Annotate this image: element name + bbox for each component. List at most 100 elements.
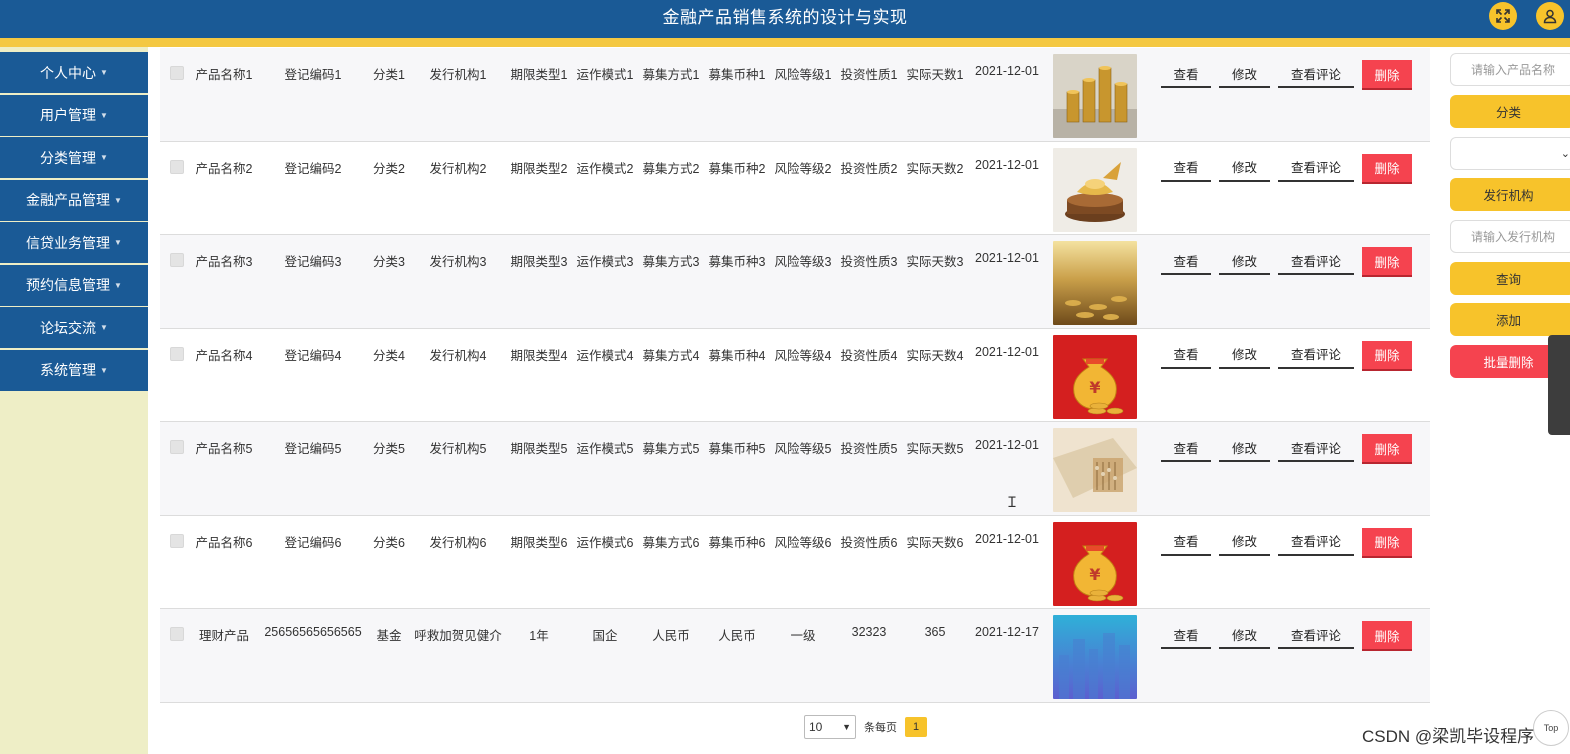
sidebar-item-system[interactable]: 系统管理 ▼	[0, 349, 148, 391]
term-type-cell: 期限类型6	[510, 535, 568, 550]
sidebar-item-label: 预约信息管理	[26, 277, 111, 293]
edit-button[interactable]: 修改	[1219, 434, 1270, 462]
chevron-down-icon: ▼	[100, 323, 108, 332]
view-comments-button[interactable]: 查看评论	[1278, 154, 1354, 182]
sidebar-item-forum[interactable]: 论坛交流 ▼	[0, 307, 148, 348]
issuer-cell: 发行机构6	[429, 535, 487, 550]
sidebar-item-personal-center[interactable]: 个人中心 ▼	[0, 52, 148, 93]
registration-code-cell: 登记编码6	[284, 535, 342, 550]
user-button[interactable]	[1536, 2, 1564, 30]
actual-days-cell: 365	[924, 625, 946, 639]
delete-button[interactable]: 删除	[1362, 60, 1412, 90]
currency-cell: 募集币种5	[708, 442, 766, 456]
page-size-select[interactable]: 10 ▼	[804, 715, 856, 739]
sidebar-item-appointments[interactable]: 预约信息管理 ▼	[0, 264, 148, 306]
date-cell: 2021-12-01	[975, 64, 1039, 78]
currency-cell: 募集币种4	[708, 348, 766, 363]
term-type-cell: 期限类型2	[510, 161, 568, 176]
edit-button[interactable]: 修改	[1219, 247, 1270, 275]
delete-button[interactable]: 删除	[1362, 434, 1412, 464]
delete-button[interactable]: 删除	[1362, 340, 1412, 371]
sidebar-item-label: 信贷业务管理	[26, 234, 111, 251]
query-button[interactable]: 查询	[1450, 262, 1570, 295]
view-comments-button[interactable]: 查看评论	[1278, 621, 1354, 649]
row-checkbox[interactable]	[170, 66, 184, 80]
delete-button[interactable]: 删除	[1362, 621, 1412, 651]
category-select[interactable]: ⌄	[1450, 137, 1570, 170]
date-cell: 2021-12-17	[975, 625, 1039, 639]
row-checkbox[interactable]	[170, 440, 184, 454]
category-cell: 分类6	[373, 535, 405, 550]
edit-button[interactable]: 修改	[1219, 341, 1270, 369]
issuer-label-button[interactable]: 发行机构	[1450, 178, 1570, 211]
watermark: CSDN @梁凯毕设程序	[1362, 727, 1535, 746]
product-name-search-input[interactable]: 请输入产品名称	[1450, 53, 1570, 86]
raise-method-cell: 募集方式2	[642, 161, 700, 176]
side-scroll-tab[interactable]	[1548, 335, 1570, 435]
view-comments-button[interactable]: 查看评论	[1278, 528, 1354, 556]
raise-method-cell: 人民币	[652, 629, 690, 643]
sidebar-item-financial-products[interactable]: 金融产品管理 ▼	[0, 179, 148, 221]
row-checkbox[interactable]	[170, 346, 184, 361]
view-button[interactable]: 查看	[1161, 528, 1211, 556]
view-button[interactable]: 查看	[1161, 247, 1211, 275]
row-checkbox[interactable]	[170, 533, 184, 548]
product-name-cell: 产品名称4	[195, 348, 253, 363]
user-icon	[1543, 9, 1557, 24]
registration-code-cell: 登记编码2	[284, 161, 342, 176]
actual-days-cell: 实际天数5	[906, 442, 964, 456]
view-button[interactable]: 查看	[1161, 60, 1211, 88]
edit-button[interactable]: 修改	[1219, 154, 1270, 182]
page-size-value: 10	[809, 720, 823, 734]
sidebar-item-label: 分类管理	[40, 149, 97, 166]
back-to-top-button[interactable]: Top	[1533, 710, 1569, 746]
category-cell: 分类3	[373, 255, 405, 269]
row-checkbox[interactable]	[170, 253, 184, 267]
operation-mode-cell: 运作模式4	[576, 348, 634, 363]
delete-button[interactable]: 删除	[1362, 527, 1412, 558]
sidebar-item-label: 系统管理	[40, 362, 97, 378]
sidebar-item-credit-business[interactable]: 信贷业务管理 ▼	[0, 222, 148, 263]
product-image	[1053, 147, 1137, 232]
issuer-search-input[interactable]: 请输入发行机构	[1450, 220, 1570, 253]
risk-level-cell: 风险等级1	[774, 68, 832, 82]
page-button-current[interactable]: 1	[905, 717, 927, 737]
delete-button[interactable]: 删除	[1362, 247, 1412, 277]
sidebar-item-categories[interactable]: 分类管理 ▼	[0, 137, 148, 178]
issuer-cell: 发行机构4	[429, 348, 487, 363]
table-row: 产品名称4 登记编码4 分类4 发行机构4 期限类型4 运作模式4 募集方式4 募集币种4 风险…	[160, 329, 1430, 422]
edit-button[interactable]: 修改	[1219, 60, 1270, 88]
sidebar: 个人中心 ▼ 用户管理 ▼ 分类管理 ▼ 金融产品管理 ▼ 信贷业务管理 ▼ 预约信息管理…	[0, 47, 148, 754]
view-button[interactable]: 查看	[1161, 434, 1211, 462]
row-checkbox[interactable]	[170, 627, 184, 641]
row-checkbox[interactable]	[170, 159, 184, 174]
sidebar-item-label: 金融产品管理	[26, 192, 111, 208]
risk-level-cell: 风险等级4	[774, 348, 832, 363]
view-button[interactable]: 查看	[1161, 341, 1211, 369]
text-cursor-icon: Ｉ	[1005, 494, 1019, 510]
view-comments-button[interactable]: 查看评论	[1278, 247, 1354, 275]
product-image	[1053, 615, 1137, 699]
date-cell: 2021-12-01	[975, 157, 1039, 172]
edit-button[interactable]: 修改	[1219, 528, 1270, 556]
view-comments-button[interactable]: 查看评论	[1278, 60, 1354, 88]
operation-mode-cell: 运作模式3	[576, 255, 634, 269]
raise-method-cell: 募集方式6	[642, 535, 700, 550]
category-label-button[interactable]: 分类	[1450, 95, 1570, 128]
sidebar-item-users[interactable]: 用户管理 ▼	[0, 94, 148, 136]
delete-button[interactable]: 删除	[1362, 153, 1412, 184]
add-button[interactable]: 添加	[1450, 303, 1570, 336]
edit-button[interactable]: 修改	[1219, 621, 1270, 649]
view-button[interactable]: 查看	[1161, 621, 1211, 649]
product-image: ¥	[1053, 521, 1137, 606]
chevron-down-icon: ▼	[842, 722, 851, 732]
view-button[interactable]: 查看	[1161, 154, 1211, 182]
actual-days-cell: 实际天数1	[906, 68, 964, 82]
chevron-down-icon: ▼	[100, 153, 108, 162]
view-comments-button[interactable]: 查看评论	[1278, 341, 1354, 369]
actual-days-cell: 实际天数2	[906, 161, 964, 176]
fullscreen-button[interactable]	[1489, 2, 1517, 30]
view-comments-button[interactable]: 查看评论	[1278, 434, 1354, 462]
registration-code-cell: 登记编码3	[284, 255, 342, 269]
currency-cell: 募集币种2	[708, 161, 766, 176]
